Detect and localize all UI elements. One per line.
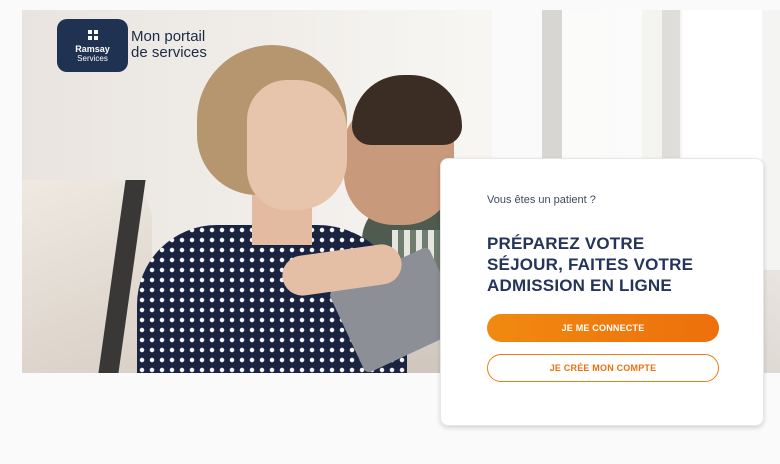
create-account-button[interactable]: JE CRÉE MON COMPTE [487, 354, 719, 382]
card-title: PRÉPAREZ VOTRE SÉJOUR, FAITES VOTRE ADMI… [487, 234, 694, 295]
portal-title-line2: de services [131, 44, 207, 61]
portal-title-line1: Mon portail [131, 28, 206, 45]
logo-grid-icon [87, 30, 98, 40]
logo-sub: Services [77, 54, 108, 63]
logo-name: Ramsay [75, 44, 110, 54]
ramsay-logo[interactable]: Ramsay Services [57, 19, 128, 72]
card-pretitle: Vous êtes un patient ? [487, 194, 596, 206]
portal-title: Mon portail de services [131, 29, 231, 61]
login-button[interactable]: JE ME CONNECTE [487, 314, 719, 342]
login-card: Vous êtes un patient ? PRÉPAREZ VOTRE SÉ… [440, 158, 764, 426]
